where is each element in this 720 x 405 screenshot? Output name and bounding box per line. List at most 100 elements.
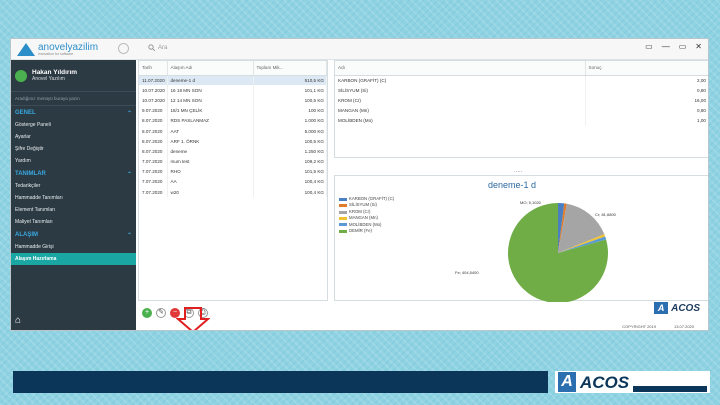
acos-wordmark: ACOS	[580, 372, 630, 392]
section-alasim[interactable]: ALAŞIM ⌃	[11, 228, 136, 241]
row-total: 1.250 KG	[253, 146, 327, 157]
detail-element: MANGAN (Mn)	[335, 105, 586, 116]
row-date: 7.07.2020	[139, 156, 168, 167]
section-tanimlar[interactable]: TANIMLAR ⌃	[11, 167, 136, 180]
row-alloy-name: deneme-1 d	[167, 75, 254, 86]
chevron-up-icon: ⌃	[126, 172, 132, 178]
table-row[interactable]: 10.07.2020 16 18 MN SON 101,1 KG	[139, 85, 327, 96]
row-alloy-name: AA	[167, 176, 254, 188]
detail-result: 16,00	[585, 95, 708, 106]
maximize-icon[interactable]: ▭	[679, 42, 687, 51]
detail-element: MOLİBDEN (Mo)	[335, 115, 586, 126]
row-alloy-name: AAT	[167, 125, 254, 137]
col-element[interactable]: Adı	[335, 61, 586, 76]
row-total: 100,4 KG	[253, 187, 327, 198]
sidebar-item-raw-materials[interactable]: Hammadde Tanımları	[11, 192, 136, 204]
row-alloy-name: mum test	[167, 156, 254, 167]
col-date[interactable]: Tarih	[139, 61, 168, 76]
footer-accent-line	[633, 386, 707, 392]
detail-row[interactable]: SİLİSYUM (Si) 0,80	[335, 85, 708, 96]
data-label: Cr; 81,6800	[595, 212, 617, 217]
table-row[interactable]: 8.07.2020 ARF 1. ÖRNK 100,5 KG	[139, 136, 327, 147]
sidebar-item-alloy-prep[interactable]: Alaşım Hazırlama	[11, 253, 136, 265]
row-alloy-name: 18/1 MN ÇELİK	[167, 105, 254, 116]
add-button[interactable]: +	[142, 308, 152, 318]
table-row[interactable]: 11.07.2020 deneme-1 d 510,5 KG	[139, 75, 327, 86]
table-row[interactable]: 8.07.2020 RDS PASLANMAZ 1.000 KG	[139, 115, 327, 126]
row-date: 8.07.2020	[139, 125, 168, 137]
sidebar-item-dashboard[interactable]: Gösterge Paneli	[11, 119, 136, 131]
detail-result: 0,80	[585, 105, 708, 116]
sidebar-item-settings[interactable]: Ayarlar	[11, 131, 136, 143]
red-arrow-icon	[176, 307, 210, 330]
chevron-up-icon: ⌃	[126, 233, 132, 239]
detail-row[interactable]: KROM (Cr) 16,00	[335, 95, 708, 106]
row-total: 5.000 KG	[253, 125, 327, 137]
acos-footer-logo: A ACOS	[555, 371, 710, 393]
data-label: MO; 5,1020	[520, 200, 542, 205]
detail-result: 1,00	[585, 115, 708, 126]
user-name: Hakan Yıldırım	[32, 68, 78, 76]
detail-element: KROM (Cr)	[335, 95, 586, 106]
avatar	[15, 69, 27, 82]
detail-element: KARBON (GRAFİT) (C)	[335, 75, 586, 86]
acos-logo: A ACOS	[654, 302, 700, 314]
refresh-icon[interactable]	[118, 43, 129, 54]
col-total[interactable]: Toplam Mik...	[253, 61, 327, 76]
brand-sub: innovation for software	[38, 51, 74, 56]
minimize-icon[interactable]: —	[662, 42, 670, 51]
row-date: 9.07.2020	[139, 105, 168, 116]
table-row[interactable]: 9.07.2020 18/1 MN ÇELİK 100 KG	[139, 105, 327, 116]
table-row[interactable]: 7.07.2020 w20 100,4 KG	[139, 187, 327, 198]
data-label: Fe; 404,5400	[455, 270, 479, 275]
status-date: 13.07.2020	[673, 324, 694, 329]
restore-icon[interactable]: ▭	[645, 42, 653, 51]
menu-search-input[interactable]: Aradığınız menüyü buraya yazın	[11, 92, 136, 106]
alloy-table: Tarih Alaşım Adı Toplam Mik... 11.07.202…	[138, 60, 328, 301]
detail-row[interactable]: MANGAN (Mn) 0,80	[335, 105, 708, 116]
detail-row[interactable]: KARBON (GRAFİT) (C) 2,00	[335, 75, 708, 86]
row-alloy-name: RDS PASLANMAZ	[167, 115, 254, 126]
sidebar-item-suppliers[interactable]: Tedarikçiler	[11, 180, 136, 192]
row-total: 109,2 KG	[253, 156, 327, 167]
user-panel[interactable]: Hakan Yıldırım Anovel Yazılım	[11, 60, 136, 92]
table-row[interactable]: 7.07.2020 AA 100,4 KG	[139, 176, 327, 188]
sidebar-item-help[interactable]: Yardım	[11, 155, 136, 167]
sidebar-item-elements[interactable]: Element Tanımları	[11, 204, 136, 216]
section-genel[interactable]: GENEL ⌃	[11, 106, 136, 119]
search-box[interactable]: Ara	[148, 44, 167, 51]
splitter-handle[interactable]: .....	[514, 168, 522, 174]
sidebar-item-costs[interactable]: Maliyet Tanımları	[11, 216, 136, 228]
close-icon[interactable]: ✕	[695, 42, 702, 51]
slide-footer-bar	[13, 371, 548, 393]
col-name[interactable]: Alaşım Adı	[167, 61, 254, 76]
top-bar: anovelyazilim innovation for software Ara…	[11, 39, 708, 60]
row-date: 7.07.2020	[139, 166, 168, 177]
pie-chart-panel: deneme-1 d KARBON (GRAFİT) (C) SİLİSYUM (…	[334, 175, 708, 302]
app-window: anovelyazilim innovation for software Ara…	[10, 38, 709, 331]
home-icon[interactable]: ⌂	[15, 315, 21, 326]
row-date: 7.07.2020	[139, 176, 168, 188]
sidebar-item-password[interactable]: Şifre Değiştir	[11, 143, 136, 155]
table-row[interactable]: 8.07.2020 deneme 1.250 KG	[139, 146, 327, 157]
row-date: 10.07.2020	[139, 85, 168, 96]
search-icon	[148, 44, 155, 51]
edit-button[interactable]: ✎	[156, 308, 166, 318]
table-row[interactable]: 10.07.2020 12 14 MN SON 100,5 KG	[139, 95, 327, 106]
detail-result: 0,80	[585, 85, 708, 96]
acos-logo-icon: A	[558, 372, 576, 392]
status-bar: COPYRIGHT 2019 13.07.2020	[622, 324, 694, 329]
sidebar-item-material-entry[interactable]: Hammadde Girişi	[11, 241, 136, 253]
user-role: Anovel Yazılım	[32, 76, 65, 83]
col-result[interactable]: Sonuç	[585, 61, 708, 76]
detail-row[interactable]: MOLİBDEN (Mo) 1,00	[335, 115, 708, 126]
table-row[interactable]: 7.07.2020 RHO 101,5 KG	[139, 166, 327, 177]
detail-result: 2,00	[585, 75, 708, 86]
row-alloy-name: deneme	[167, 146, 254, 157]
action-toolbar: + ✎ − ⧉ ⎙	[138, 304, 338, 322]
table-row[interactable]: 8.07.2020 AAT 5.000 KG	[139, 125, 327, 137]
row-alloy-name: ARF 1. ÖRNK	[167, 136, 254, 147]
table-row[interactable]: 7.07.2020 mum test 109,2 KG	[139, 156, 327, 167]
row-date: 10.07.2020	[139, 95, 168, 106]
sidebar: Hakan Yıldırım Anovel Yazılım Aradığınız …	[11, 60, 136, 330]
